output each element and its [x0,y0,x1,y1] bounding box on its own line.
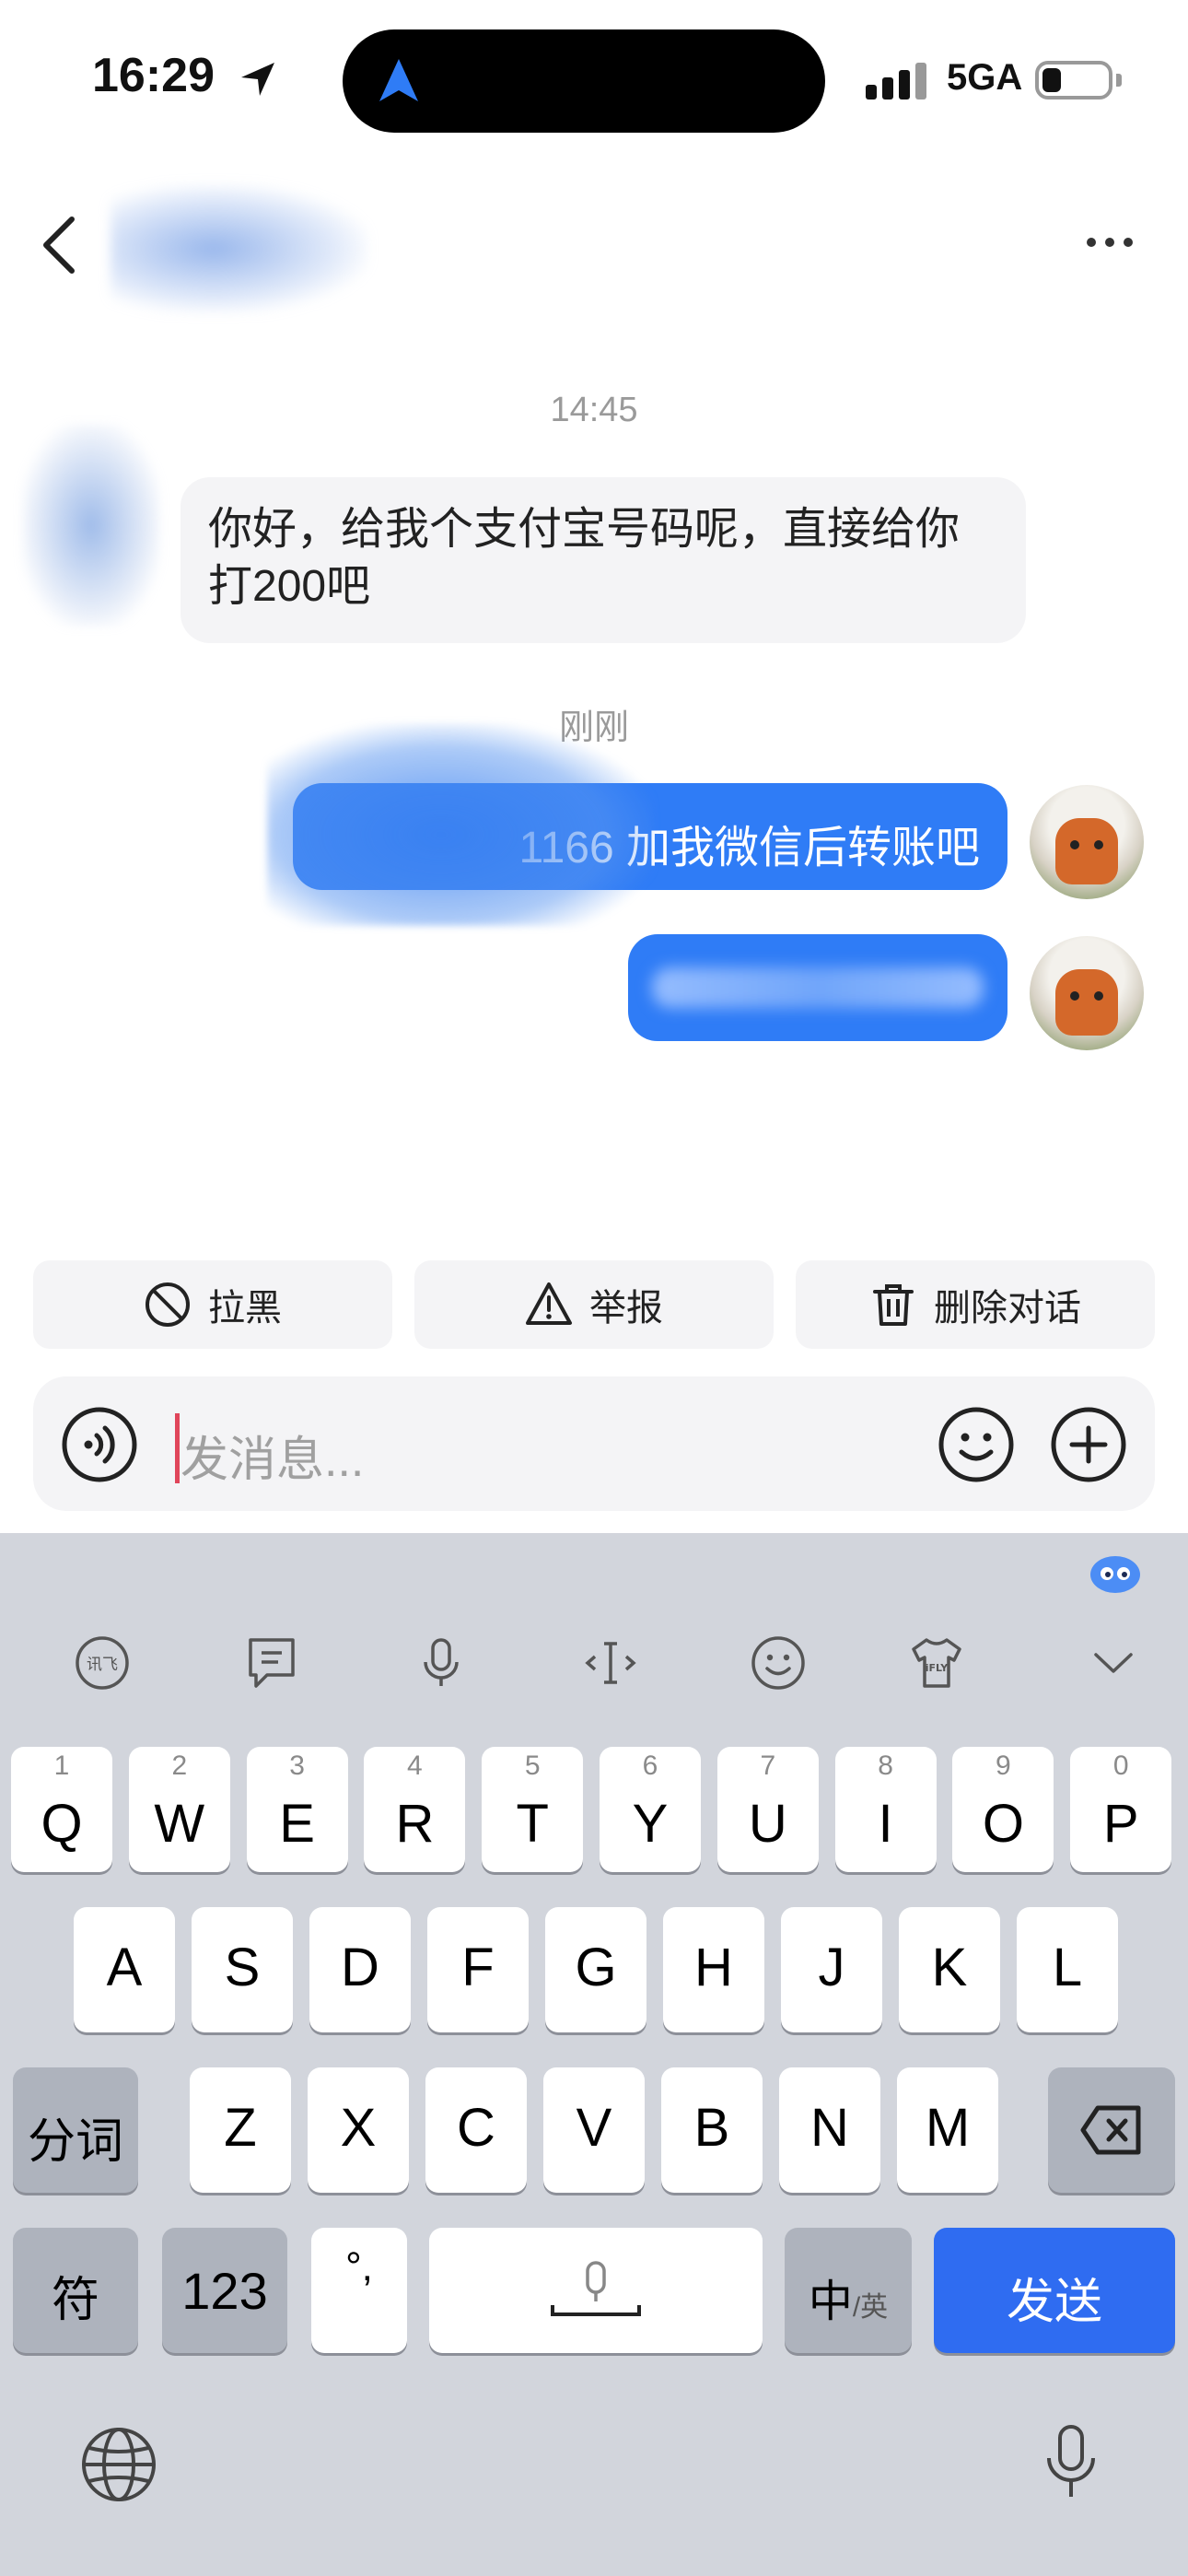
key-d[interactable]: D [309,1907,411,2032]
block-icon [146,1282,190,1327]
key-g[interactable]: G [545,1907,646,2032]
warning-icon [526,1282,572,1325]
redaction-scribble [267,723,654,926]
zhong-label: 中 [808,2277,853,2326]
key-o[interactable]: 9O [952,1747,1054,1872]
key-y[interactable]: 6Y [600,1747,701,1872]
message-input[interactable]: 发消息... [181,1421,364,1490]
language-toggle-key[interactable]: 中/英 [785,2228,912,2353]
send-key[interactable]: 发送 [934,2228,1175,2353]
fenci-key[interactable]: 分词 [13,2067,138,2193]
key-b[interactable]: B [661,2067,763,2193]
message-bubble-outgoing[interactable] [628,934,1007,1041]
emoji-icon[interactable] [748,1633,809,1693]
trash-icon [873,1284,914,1326]
text-cursor [175,1413,180,1483]
key-r[interactable]: 4R [364,1747,466,1872]
network-type: 5GA [947,57,1023,98]
backspace-key[interactable] [1048,2067,1175,2193]
key-t[interactable]: 5T [482,1747,584,1872]
ime-mascot-icon [1090,1556,1140,1593]
key-n[interactable]: N [779,2067,880,2193]
emoji-icon[interactable] [938,1406,1015,1483]
location-arrow-icon [241,63,274,96]
key-e[interactable]: 3E [246,1747,348,1872]
key-h[interactable]: H [663,1907,764,2032]
key-l[interactable]: L [1017,1907,1118,2032]
key-f[interactable]: F [427,1907,529,2032]
plus-icon[interactable] [1050,1406,1127,1483]
redaction-blur [652,967,984,1008]
ying-label: /英 [852,2292,889,2323]
key-x[interactable]: X [308,2067,409,2193]
key-s[interactable]: S [192,1907,293,2032]
key-p[interactable]: 0P [1070,1747,1172,1872]
key-m[interactable]: M [897,2067,998,2193]
message-timestamp: 14:45 [550,391,638,429]
status-time: 16:29 [92,49,215,102]
dictation-microphone-icon[interactable] [1030,2421,1112,2504]
punctuation-key[interactable]: °, [311,2228,407,2353]
backspace-icon [1080,2105,1141,2155]
space-voice-icon [551,2261,641,2316]
block-button[interactable]: 拉黑 [33,1260,392,1349]
signal-icon [866,63,932,100]
globe-icon[interactable] [77,2423,160,2506]
svg-text:讯飞: 讯飞 [87,1656,118,1674]
key-q[interactable]: 1Q [11,1747,112,1872]
message-bubble-incoming[interactable]: 你好，给我个支付宝号码呢，直接给你打200吧 [181,477,1026,643]
contact-name-redacted [111,184,368,313]
battery-icon [1035,61,1112,100]
key-c[interactable]: C [425,2067,527,2193]
avatar[interactable] [1030,785,1144,899]
key-i[interactable]: 8I [834,1747,937,1872]
key-z[interactable]: Z [190,2067,291,2193]
delete-label: 删除对话 [934,1288,1081,1329]
avatar[interactable] [1030,936,1144,1050]
clipboard-icon[interactable] [241,1633,302,1693]
navigation-arrow-icon [379,59,418,101]
more-icon[interactable] [1087,238,1133,252]
key-k[interactable]: K [899,1907,1000,2032]
delete-conversation-button[interactable]: 删除对话 [796,1260,1155,1349]
chevron-down-icon[interactable] [1083,1633,1144,1693]
space-key[interactable] [429,2228,763,2353]
cursor-move-icon[interactable] [580,1633,641,1693]
key-v[interactable]: V [543,2067,645,2193]
report-label: 举报 [589,1288,663,1329]
skin-tshirt-icon[interactable]: iFLY [906,1633,967,1693]
xunfei-logo-icon[interactable]: 讯飞 [72,1633,133,1693]
svg-text:iFLY: iFLY [926,1662,949,1674]
key-a[interactable]: A [74,1907,175,2032]
symbols-key[interactable]: 符 [13,2228,138,2353]
numbers-key[interactable]: 123 [162,2228,287,2353]
key-j[interactable]: J [781,1907,882,2032]
avatar[interactable] [22,424,160,626]
report-button[interactable]: 举报 [414,1260,774,1349]
microphone-icon[interactable] [411,1633,472,1693]
key-w[interactable]: 2W [128,1747,230,1872]
key-u[interactable]: 7U [716,1747,819,1872]
back-icon[interactable] [37,212,81,278]
voice-input-icon[interactable] [61,1406,138,1483]
block-label: 拉黑 [208,1288,282,1329]
